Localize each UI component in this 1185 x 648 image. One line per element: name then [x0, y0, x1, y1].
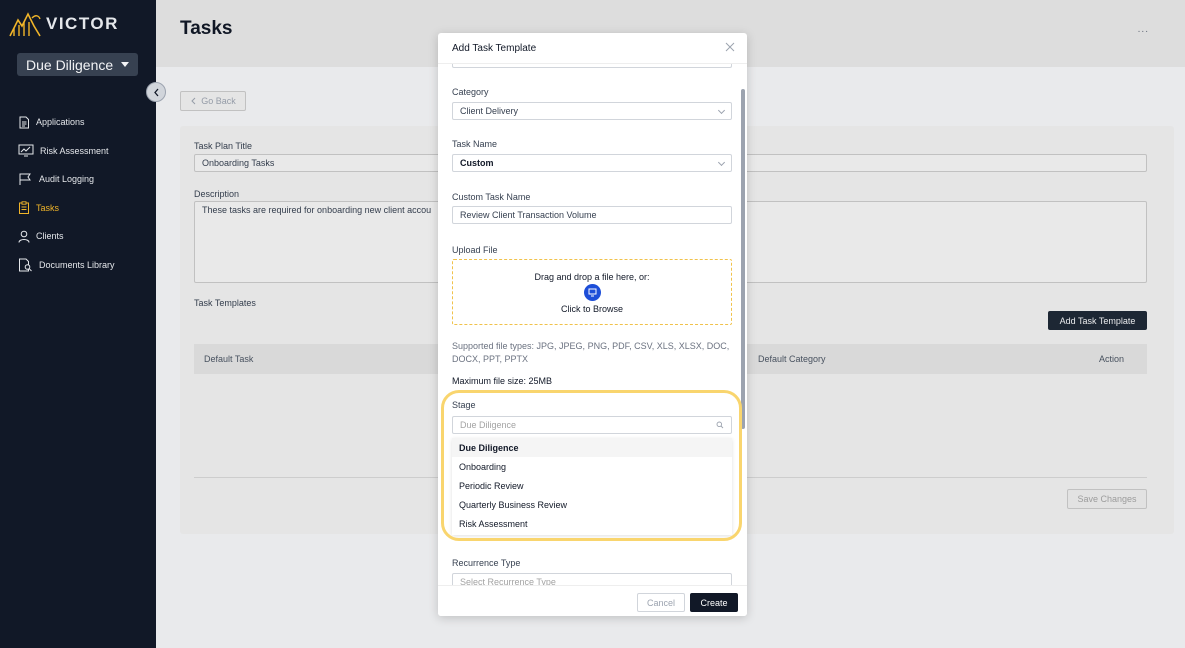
sidebar: VICTOR Due Diligence Applications Risk A…	[0, 0, 156, 648]
category-value: Client Delivery	[460, 106, 519, 116]
modal-footer: Cancel Create	[438, 585, 747, 616]
document-icon	[19, 116, 29, 129]
dropzone-text: Drag and drop a file here, or:	[534, 272, 650, 282]
file-dropzone[interactable]: Drag and drop a file here, or: Click to …	[452, 259, 732, 325]
task-name-select[interactable]: Custom	[452, 154, 732, 172]
category-label: Category	[452, 87, 489, 97]
modal-title: Add Task Template	[452, 43, 537, 54]
stage-selector[interactable]: Due Diligence	[17, 53, 138, 76]
stage-highlight-outline	[441, 390, 742, 541]
previous-field-edge	[452, 64, 732, 68]
custom-task-name-label: Custom Task Name	[452, 192, 531, 202]
clipboard-icon	[19, 201, 29, 215]
sidebar-item-label: Audit Logging	[39, 174, 95, 185]
collapse-sidebar-button[interactable]	[146, 82, 166, 102]
chart-monitor-icon	[18, 144, 34, 157]
logo-icon	[9, 12, 41, 37]
chevron-down-icon	[717, 158, 726, 167]
chevron-down-icon	[717, 106, 726, 115]
flag-icon	[19, 173, 31, 185]
click-to-browse-link[interactable]: Click to Browse	[453, 304, 731, 314]
sidebar-item-documents-library[interactable]: Documents Library	[18, 251, 148, 280]
sidebar-item-tasks[interactable]: Tasks	[18, 194, 148, 223]
sidebar-item-label: Applications	[36, 117, 85, 128]
recurrence-type-label: Recurrence Type	[452, 558, 521, 568]
modal-header: Add Task Template	[438, 33, 747, 64]
sidebar-item-clients[interactable]: Clients	[18, 222, 148, 251]
document-search-icon	[19, 258, 32, 272]
supported-file-types: Supported file types: JPG, JPEG, PNG, PD…	[452, 341, 730, 364]
create-button[interactable]: Create	[690, 593, 738, 612]
caret-down-icon	[121, 62, 130, 67]
task-name-value: Custom	[460, 158, 494, 168]
stage-selector-label: Due Diligence	[26, 56, 114, 73]
sidebar-nav: Applications Risk Assessment Audit Loggi…	[18, 108, 148, 279]
custom-task-name-input[interactable]: Review Client Transaction Volume	[452, 206, 732, 224]
sidebar-item-label: Documents Library	[39, 259, 115, 270]
sidebar-item-risk-assessment[interactable]: Risk Assessment	[18, 137, 148, 166]
logo[interactable]: VICTOR	[8, 10, 119, 38]
close-icon[interactable]	[725, 42, 735, 52]
sidebar-item-audit-logging[interactable]: Audit Logging	[18, 165, 148, 194]
sidebar-item-label: Clients	[36, 231, 64, 242]
cancel-button[interactable]: Cancel	[637, 593, 685, 612]
sidebar-item-label: Risk Assessment	[40, 145, 109, 156]
user-icon	[18, 230, 30, 243]
chevron-left-icon	[153, 88, 158, 96]
upload-icon[interactable]	[584, 284, 601, 301]
max-file-size: Maximum file size: 25MB	[452, 376, 553, 386]
category-select[interactable]: Client Delivery	[452, 102, 732, 120]
upload-file-label: Upload File	[452, 245, 498, 255]
sidebar-item-label: Tasks	[36, 202, 60, 213]
sidebar-item-applications[interactable]: Applications	[18, 108, 148, 137]
task-name-label: Task Name	[452, 139, 498, 149]
modal-scrollbar[interactable]	[741, 89, 745, 429]
logo-text: VICTOR	[46, 14, 119, 33]
